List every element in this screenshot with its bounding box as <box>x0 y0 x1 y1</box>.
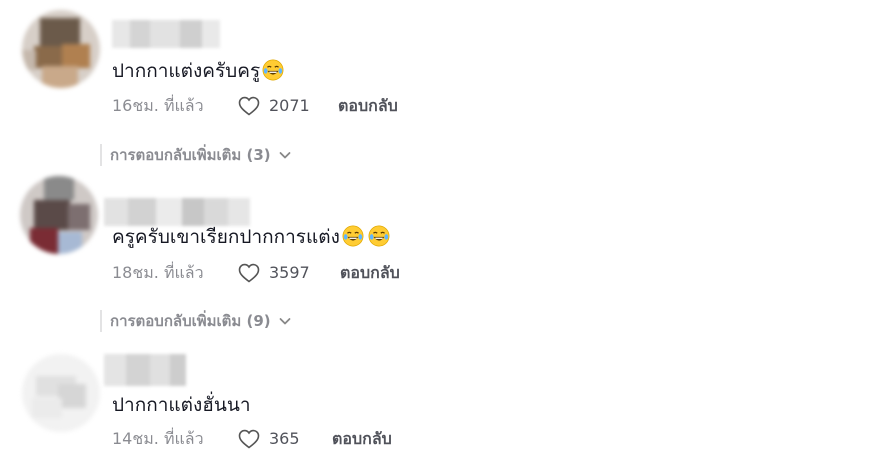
username[interactable] <box>104 354 186 386</box>
reply-button[interactable]: ตอบกลับ <box>338 94 398 118</box>
avatar[interactable] <box>20 176 98 254</box>
view-more-replies-button[interactable]: การตอบกลับเพิ่มเติม (9) <box>100 309 293 333</box>
heart-outline-icon <box>238 263 260 283</box>
username[interactable] <box>112 20 220 48</box>
comment-item: ครูครับเขาเรียกปากการแต่ง 18ชม. ที่แล้ว … <box>0 170 893 340</box>
reply-button[interactable]: ตอบกลับ <box>340 261 400 285</box>
reply-button[interactable]: ตอบกลับ <box>332 427 392 451</box>
avatar[interactable] <box>22 354 100 432</box>
heart-outline-icon <box>238 429 260 449</box>
comment-text-content: ปากกาแต่งครับครู <box>112 60 261 82</box>
comment-time: 18ชม. ที่แล้ว <box>112 263 204 282</box>
heart-outline-icon <box>238 96 260 116</box>
like-button[interactable]: 365 <box>237 427 300 451</box>
tears-of-joy-emoji-icon <box>262 59 284 81</box>
like-count: 2071 <box>269 96 310 115</box>
chevron-down-icon <box>279 152 291 159</box>
comment-time: 14ชม. ที่แล้ว <box>112 429 204 448</box>
chevron-down-icon <box>279 318 291 325</box>
thread-line <box>100 310 102 332</box>
comment-text-content: ปากกาแต่งฮั่นนา <box>112 394 251 416</box>
view-more-replies-button[interactable]: การตอบกลับเพิ่มเติม (3) <box>100 143 293 167</box>
comment-text-content: ครูครับเขาเรียกปากการแต่ง <box>112 226 340 248</box>
view-more-replies-label: การตอบกลับเพิ่มเติม (3) <box>110 146 271 164</box>
comment-text: ปากกาแต่งครับครู <box>112 58 284 84</box>
avatar[interactable] <box>22 10 100 88</box>
tears-of-joy-emoji-icon <box>342 225 364 247</box>
like-count: 365 <box>269 429 300 448</box>
comment-text: ปากกาแต่งฮั่นนา <box>112 392 251 418</box>
comment-item: ปากกาแต่งครับครู 16ชม. ที่แล้ว 2071 ตอบก… <box>0 0 893 170</box>
comment-text: ครูครับเขาเรียกปากการแต่ง <box>112 224 390 250</box>
tears-of-joy-emoji-icon <box>368 225 390 247</box>
comment-time: 16ชม. ที่แล้ว <box>112 96 204 115</box>
like-count: 3597 <box>269 263 310 282</box>
view-more-replies-label: การตอบกลับเพิ่มเติม (9) <box>110 312 271 330</box>
thread-line <box>100 144 102 166</box>
comment-item: ปากกาแต่งฮั่นนา 14ชม. ที่แล้ว 365 ตอบกลั… <box>0 340 893 467</box>
username[interactable] <box>104 198 250 226</box>
like-button[interactable]: 3597 <box>237 261 310 285</box>
like-button[interactable]: 2071 <box>237 94 310 118</box>
